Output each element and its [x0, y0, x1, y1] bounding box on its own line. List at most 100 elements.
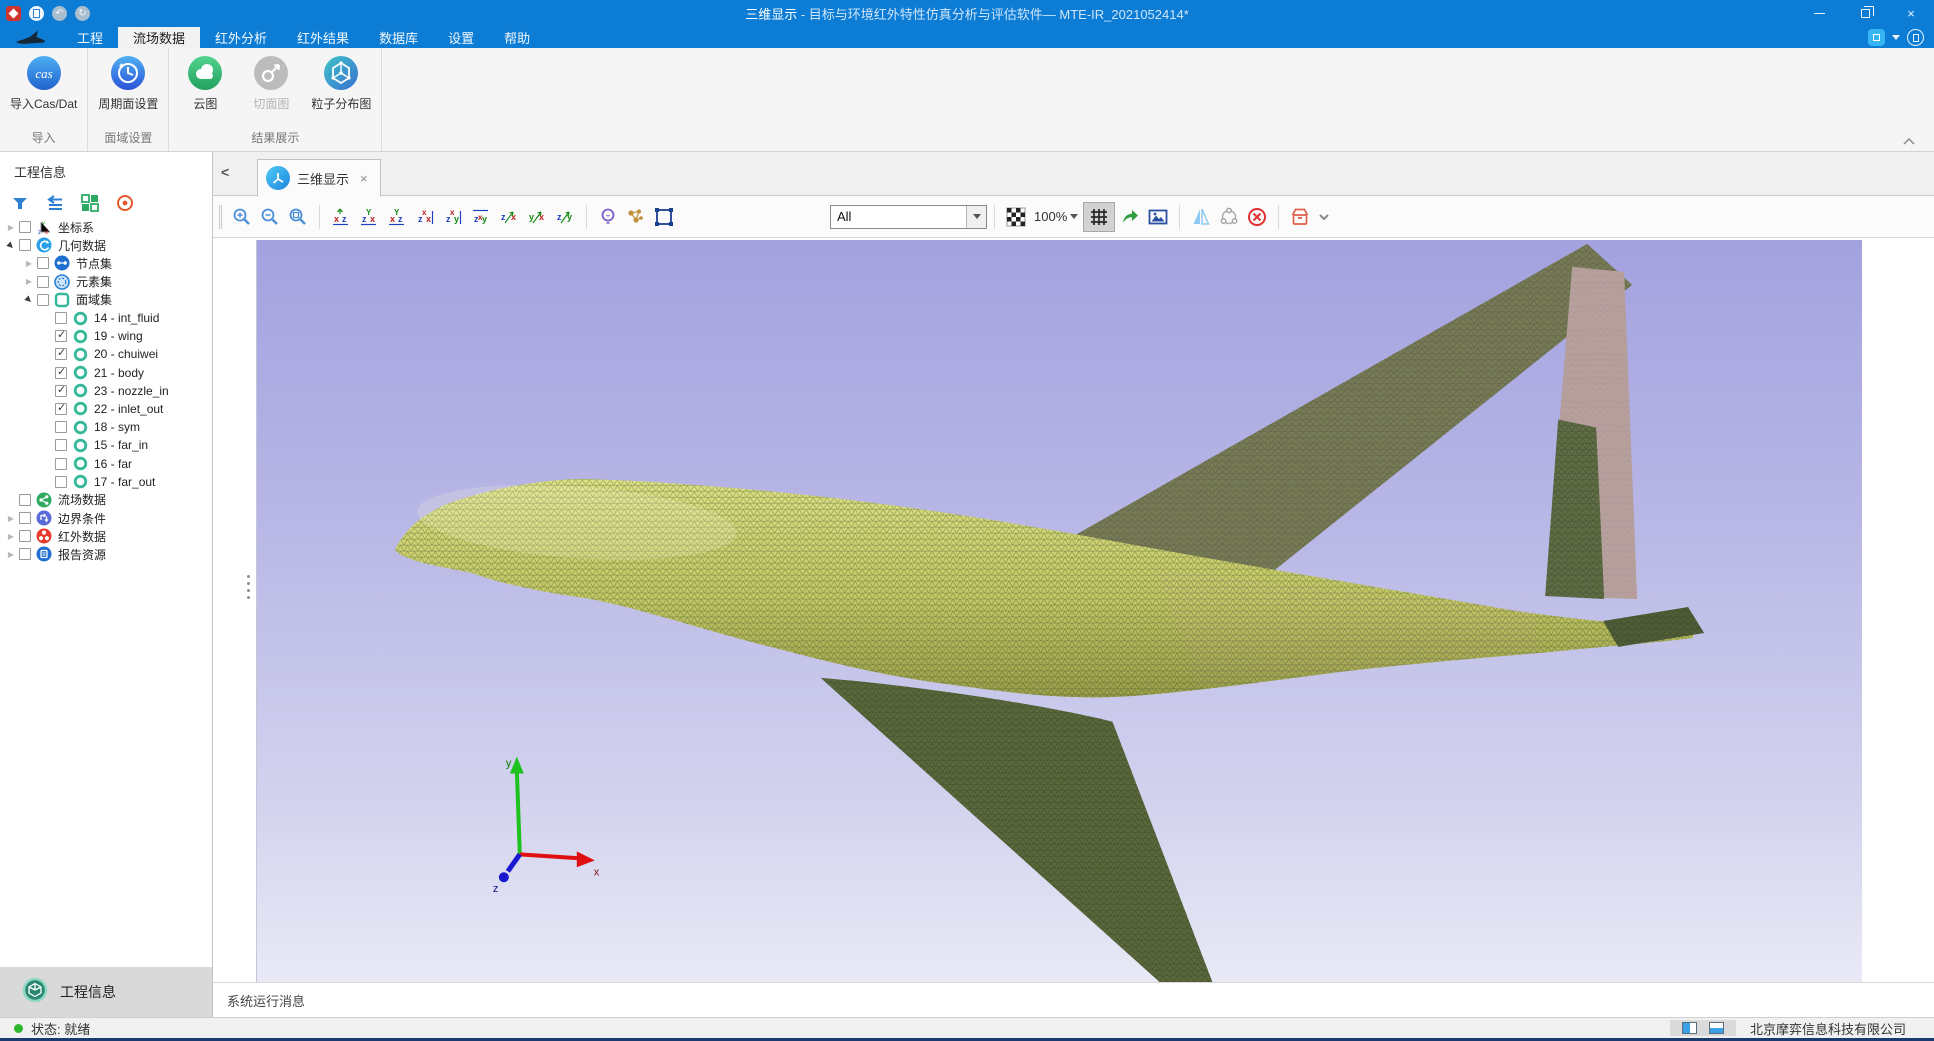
particle-icon[interactable] [623, 204, 649, 230]
periodic-face-button[interactable]: 周期面设置 [98, 54, 158, 126]
tree-item[interactable]: ▶ 面域集 [0, 291, 211, 309]
splitter-handle[interactable] [247, 575, 250, 599]
tree-item-label[interactable]: 18 - sym [94, 420, 140, 434]
tree-checkbox-unchecked[interactable] [55, 421, 67, 433]
view-iso-yz-icon[interactable]: yx [524, 204, 550, 230]
manual-icon[interactable] [1907, 29, 1924, 46]
tree-checkbox-checked[interactable] [55, 330, 67, 342]
mirror-icon[interactable] [1188, 204, 1214, 230]
tree-checkbox-unchecked[interactable] [19, 512, 31, 524]
orbit-icon[interactable] [1216, 204, 1242, 230]
snapshot-icon[interactable] [1145, 204, 1171, 230]
tree-item-label[interactable]: 17 - far_out [94, 475, 155, 489]
minimize-button[interactable] [1796, 1, 1842, 27]
menu-item-help[interactable]: 帮助 [489, 27, 545, 48]
tree-item[interactable]: 19 - wing [0, 327, 211, 345]
tree-item[interactable]: ▶元素集 [0, 273, 211, 291]
tree-item-label[interactable]: 面域集 [76, 291, 112, 308]
tree-item[interactable]: 16 - far [0, 454, 211, 472]
layout-bottom-panel-icon[interactable] [1709, 1022, 1724, 1034]
tab-close-icon[interactable]: × [360, 171, 368, 186]
expander-collapsed-icon[interactable]: ▶ [5, 532, 17, 541]
project-panel-bottom-tab[interactable]: 工程信息 [0, 967, 212, 1017]
tree-item-label[interactable]: 流场数据 [58, 491, 106, 508]
tree-item[interactable]: ▶ 节点集 [0, 254, 211, 272]
undo-icon[interactable]: ↶ [52, 6, 67, 21]
tree-checkbox-checked[interactable] [55, 348, 67, 360]
menu-item-flowfield-data[interactable]: 流场数据 [118, 27, 200, 48]
zoom-window-icon[interactable] [285, 204, 311, 230]
tree-checkbox-unchecked[interactable] [19, 548, 31, 560]
menu-item-infrared-analysis[interactable]: 红外分析 [200, 27, 282, 48]
tab-3d-view[interactable]: 三维显示 × [257, 159, 381, 197]
tree-checkbox-unchecked[interactable] [19, 530, 31, 542]
tree-checkbox-unchecked[interactable] [55, 458, 67, 470]
view-iso-zx-icon[interactable]: zy [552, 204, 578, 230]
combo-dropdown-icon[interactable] [966, 206, 986, 228]
package-caret-icon[interactable] [1318, 208, 1330, 226]
3d-canvas[interactable]: x y z [256, 240, 1862, 982]
tree-checkbox-unchecked[interactable] [55, 312, 67, 324]
menu-item-infrared-results[interactable]: 红外结果 [282, 27, 364, 48]
collapse-ribbon-icon[interactable] [1902, 134, 1916, 144]
tree-item[interactable]: ▶Yzx坐标系 [0, 218, 211, 236]
expander-expanded-icon[interactable]: ▶ [22, 292, 37, 307]
tree-item[interactable]: ▶几何数据 [0, 236, 211, 254]
expander-collapsed-icon[interactable]: ▶ [23, 277, 35, 286]
menu-item-engineering[interactable]: 工程 [62, 27, 118, 48]
display-filter-combobox[interactable]: All [830, 205, 987, 229]
share-arrow-icon[interactable] [1117, 204, 1143, 230]
tree-item[interactable]: 20 - chuiwei [0, 345, 211, 363]
tree-checkbox-unchecked[interactable] [55, 476, 67, 488]
caret-down-icon[interactable] [1892, 35, 1900, 40]
tree-item-label[interactable]: 几何数据 [58, 237, 106, 254]
particle-distribution-button[interactable]: 粒子分布图 [311, 54, 371, 126]
tree-item-label[interactable]: 21 - body [94, 366, 144, 380]
expander-collapsed-icon[interactable]: ▶ [5, 550, 17, 559]
cloud-contour-button[interactable]: 云图 [179, 54, 231, 126]
tree-item-label[interactable]: 节点集 [76, 255, 112, 272]
list-view-icon[interactable] [45, 193, 65, 213]
zoom-out-icon[interactable] [257, 204, 283, 230]
tree-item-label[interactable]: 23 - nozzle_in [94, 384, 169, 398]
tree-checkbox-unchecked[interactable] [55, 439, 67, 451]
tree-checkbox-unchecked[interactable] [19, 221, 31, 233]
expander-collapsed-icon[interactable]: ▶ [5, 223, 17, 232]
tree-checkbox-checked[interactable] [55, 385, 67, 397]
tree-item[interactable]: ▶边界条件 [0, 509, 211, 527]
view-back-icon[interactable]: zxY [356, 204, 382, 230]
tree-item-label[interactable]: 16 - far [94, 457, 132, 471]
tree-item-label[interactable]: 14 - int_fluid [94, 311, 159, 325]
tree-item-label[interactable]: 坐标系 [58, 219, 94, 236]
tree-item[interactable]: 23 - nozzle_in [0, 382, 211, 400]
layout-left-panel-icon[interactable] [1682, 1022, 1697, 1034]
menu-item-database[interactable]: 数据库 [364, 27, 433, 48]
tree-checkbox-unchecked[interactable] [37, 276, 49, 288]
tree-item-label[interactable]: 边界条件 [58, 510, 106, 527]
zoom-level-dropdown[interactable]: 100% [1034, 209, 1078, 224]
view-left-icon[interactable]: xzY [384, 204, 410, 230]
tree-item-label[interactable]: 22 - inlet_out [94, 402, 163, 416]
toolbar-grip[interactable] [219, 205, 222, 229]
close-button[interactable]: × [1888, 1, 1934, 27]
view-right-icon[interactable]: zxx [412, 204, 438, 230]
app-logo-icon[interactable] [6, 6, 21, 21]
tree-checkbox-checked[interactable] [55, 403, 67, 415]
tree-item[interactable]: ▶报告资源 [0, 545, 211, 563]
view-iso-xy-icon[interactable]: zx [496, 204, 522, 230]
grid-toggle-icon[interactable] [1083, 202, 1115, 232]
grid-view-icon[interactable] [80, 193, 100, 213]
light-icon[interactable] [595, 204, 621, 230]
filter-icon[interactable] [10, 193, 30, 213]
tree-item[interactable]: 14 - int_fluid [0, 309, 211, 327]
tab-scroll-left-icon[interactable]: < [221, 164, 229, 180]
transparency-icon[interactable] [1003, 204, 1029, 230]
tree-item[interactable]: 17 - far_out [0, 473, 211, 491]
view-bottom-icon[interactable]: zyx [468, 204, 494, 230]
tree-checkbox-unchecked[interactable] [37, 294, 49, 306]
tree-item-label[interactable]: 20 - chuiwei [94, 347, 158, 361]
redo-icon[interactable]: ↻ [75, 6, 90, 21]
tree-item[interactable]: 18 - sym [0, 418, 211, 436]
restore-button[interactable] [1842, 1, 1888, 27]
expander-collapsed-icon[interactable]: ▶ [23, 259, 35, 268]
